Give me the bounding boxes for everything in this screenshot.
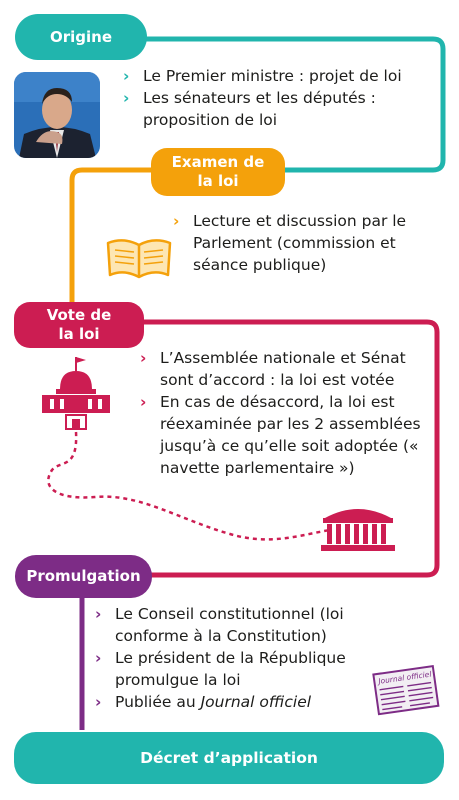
origine-text: › Le Premier ministre : projet de loi › … — [123, 65, 443, 131]
step-examen-pill: Examen de la loi — [151, 148, 285, 196]
promulgation-item-text: Publiée au — [115, 693, 201, 711]
promulgation-item: › Publiée au Journal officiel — [95, 691, 395, 713]
assemblee-building-icon — [42, 357, 110, 430]
promulgation-item: › Le président de la République promulgu… — [95, 647, 365, 691]
examen-item-text: Lecture et discussion par le Parlement (… — [193, 212, 407, 274]
step-examen-title-l1: Examen de — [171, 153, 265, 171]
promulgation-text: › Le Conseil constitutionnel (loi confor… — [95, 603, 395, 713]
promulgation-item-text: Le Conseil constitutionnel (loi conforme… — [115, 605, 344, 645]
origine-item: › Le Premier ministre : projet de loi — [123, 65, 443, 87]
step-vote-pill: Vote de la loi — [14, 302, 144, 348]
newspaper-icon: Journal officiel — [372, 665, 440, 716]
journal-officiel-italic: Journal officiel — [200, 693, 312, 711]
vote-item-text: En cas de désaccord, la loi est réexamin… — [160, 393, 421, 477]
step-decret-title: Décret d’application — [140, 748, 318, 767]
step-examen-title-l2: la loi — [197, 172, 239, 190]
promulgation-item-text: Le président de la République promulgue … — [115, 649, 346, 689]
step-vote-title-l2: la loi — [58, 325, 100, 343]
chevron-icon: › — [123, 89, 130, 107]
examen-item: › Lecture et discussion par le Parlement… — [173, 210, 423, 276]
minister-photo — [14, 72, 100, 158]
vote-item: › En cas de désaccord, la loi est réexam… — [140, 391, 430, 479]
promulgation-item: › Le Conseil constitutionnel (loi confor… — [95, 603, 395, 647]
vote-item: › L’Assemblée nationale et Sénat sont d’… — [140, 347, 430, 391]
chevron-icon: › — [95, 693, 102, 711]
chevron-icon: › — [95, 649, 102, 667]
chevron-icon: › — [95, 605, 102, 623]
step-vote-title-l1: Vote de — [46, 306, 112, 324]
step-origine-pill: Origine — [15, 14, 147, 60]
chevron-icon: › — [123, 67, 130, 85]
senat-building-icon — [321, 509, 395, 551]
step-promulgation-pill: Promulgation — [15, 555, 152, 598]
chevron-icon: › — [140, 349, 147, 367]
origine-item-text: Les sénateurs et les députés : propositi… — [143, 89, 376, 129]
chevron-icon: › — [173, 212, 180, 230]
examen-text: › Lecture et discussion par le Parlement… — [173, 210, 423, 276]
chevron-icon: › — [140, 393, 147, 411]
origine-item: › Les sénateurs et les députés : proposi… — [123, 87, 443, 131]
vote-text: › L’Assemblée nationale et Sénat sont d’… — [140, 347, 430, 479]
vote-item-text: L’Assemblée nationale et Sénat sont d’ac… — [160, 349, 406, 389]
origine-item-text: Le Premier ministre : projet de loi — [143, 67, 402, 85]
book-icon — [106, 239, 172, 279]
step-decret-pill: Décret d’application — [14, 732, 444, 784]
step-promulgation-title: Promulgation — [26, 567, 141, 585]
step-origine-title: Origine — [49, 27, 113, 46]
